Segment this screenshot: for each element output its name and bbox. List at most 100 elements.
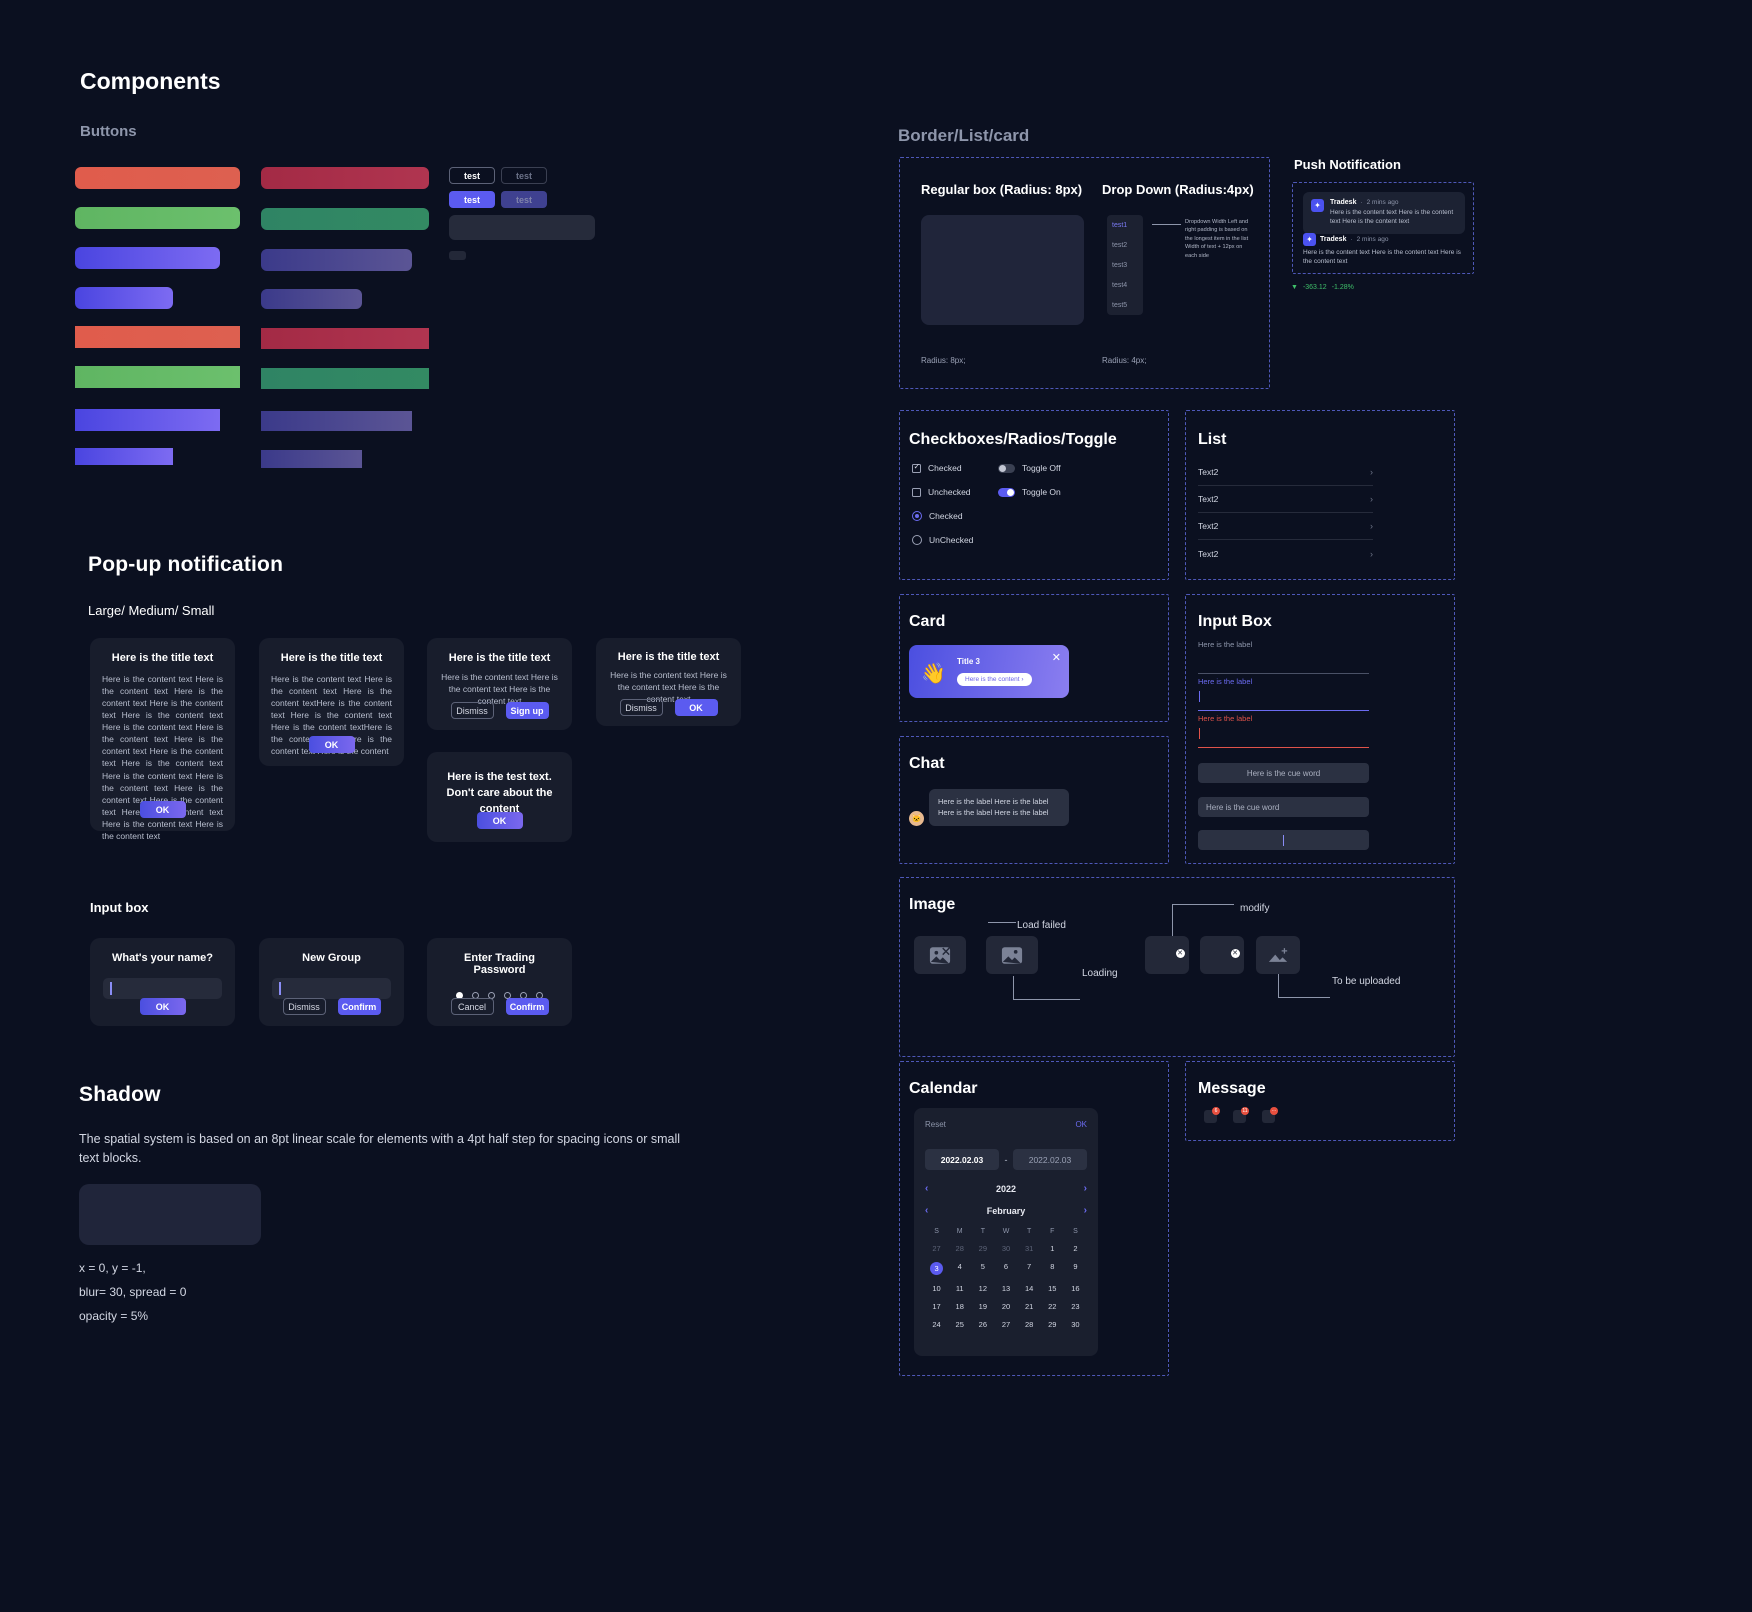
button-purple-rounded-wide[interactable] [75,247,220,269]
close-icon[interactable]: ✕ [1052,651,1061,664]
dropdown-item-4[interactable]: test5 [1107,295,1143,315]
remove-icon[interactable]: ✕ [1175,948,1185,958]
calendar-day[interactable]: 21 [1018,1297,1041,1315]
input-underline-error[interactable] [1198,747,1369,748]
message-icon-badge-3[interactable]: ··· [1262,1107,1278,1123]
calendar-day[interactable]: 28 [1018,1315,1041,1333]
cue-word-left[interactable]: Here is the cue word [1198,797,1369,817]
list-item[interactable]: Text2 › [1198,513,1373,540]
button-indigo-rounded-wide[interactable] [261,249,412,271]
button-purple-rounded-narrow[interactable] [75,287,173,309]
calendar-day[interactable]: 9 [1064,1257,1087,1279]
calendar-day[interactable]: 29 [1041,1315,1064,1333]
calendar-day[interactable]: 29 [971,1239,994,1257]
popup-small-dismiss-button[interactable]: Dismiss [450,702,494,719]
calendar-day[interactable]: 11 [948,1279,971,1297]
button-teal-square[interactable] [261,368,429,389]
push-notification-item[interactable]: ✦ Tradesk · 2 mins ago Here is the conte… [1303,192,1465,234]
calendar-day[interactable]: 4 [948,1257,971,1279]
dropdown-item-2[interactable]: test3 [1107,255,1143,275]
prev-month-button[interactable]: ‹ [925,1205,928,1216]
message-icon-badge-1[interactable]: 6 [1204,1107,1220,1123]
message-icon-badge-2[interactable]: 11 [1233,1107,1249,1123]
calendar-day[interactable]: 23 [1064,1297,1087,1315]
calendar-day[interactable]: 3 [925,1257,948,1279]
test-button-outline[interactable]: test [449,167,495,184]
popup-smallest-dismiss-button[interactable]: Dismiss [619,699,663,716]
calendar-day[interactable]: 18 [948,1297,971,1315]
calendar-day[interactable]: 14 [1018,1279,1041,1297]
button-indigo-square-narrow[interactable] [261,450,362,468]
popup-large-ok-button[interactable]: OK [139,801,186,818]
promo-card[interactable]: 👋 Title 3 Here is the content › ✕ [909,645,1069,698]
calendar-day[interactable]: 17 [925,1297,948,1315]
calendar-day[interactable]: 16 [1064,1279,1087,1297]
calendar-day[interactable]: 25 [948,1315,971,1333]
list-item[interactable]: Text2 › [1198,540,1373,567]
calendar-day[interactable]: 26 [971,1315,994,1333]
remove-icon[interactable]: ✕ [1230,948,1240,958]
upload-thumb[interactable] [1256,936,1300,974]
calendar-day[interactable]: 24 [925,1315,948,1333]
dropdown-item-0[interactable]: test1 [1107,215,1143,235]
toggle-on-row[interactable]: Toggle On [998,487,1061,497]
next-year-button[interactable]: › [1084,1183,1087,1194]
dialog-new-group-confirm-button[interactable]: Confirm [337,998,381,1015]
prev-year-button[interactable]: ‹ [925,1183,928,1194]
test-button-outline-disabled[interactable]: test [501,167,547,184]
button-purple-square-wide[interactable] [75,409,220,431]
calendar-day[interactable]: 15 [1041,1279,1064,1297]
calendar-day[interactable]: 1 [1041,1239,1064,1257]
button-green-rounded[interactable] [75,207,240,229]
test-button-solid[interactable]: test [449,191,495,208]
calendar-day[interactable]: 7 [1018,1257,1041,1279]
calendar-day[interactable]: 12 [971,1279,994,1297]
calendar-day[interactable]: 10 [925,1279,948,1297]
button-purple-square-narrow[interactable] [75,448,173,465]
button-red-square[interactable] [75,326,240,348]
dialog-name-input[interactable] [103,978,222,999]
calendar-day[interactable]: 6 [994,1257,1017,1279]
dialog-new-group-input[interactable] [272,978,391,999]
cue-word-centered[interactable]: Here is the cue word [1198,763,1369,783]
calendar-day[interactable]: 22 [1041,1297,1064,1315]
calendar-day[interactable]: 30 [994,1239,1017,1257]
calendar-day[interactable]: 27 [925,1239,948,1257]
button-red-rounded[interactable] [75,167,240,189]
checkbox-checked-row[interactable]: Checked [912,462,973,473]
calendar-day[interactable]: 30 [1064,1315,1087,1333]
cue-word-empty[interactable] [1198,830,1369,850]
dropdown-sample[interactable]: test1 test2 test3 test4 test5 [1107,215,1143,315]
calendar-day[interactable]: 31 [1018,1239,1041,1257]
button-green-square[interactable] [75,366,240,388]
calendar-day[interactable]: 20 [994,1297,1017,1315]
button-indigo-square-wide[interactable] [261,411,412,431]
test-button-solid-disabled[interactable]: test [501,191,547,208]
calendar-reset-button[interactable]: Reset [925,1120,946,1129]
calendar-day[interactable]: 27 [994,1315,1017,1333]
calendar-ok-button[interactable]: OK [1075,1120,1087,1129]
dropdown-item-3[interactable]: test4 [1107,275,1143,295]
grey-chip-small[interactable] [449,251,466,260]
dialog-name-ok-button[interactable]: OK [139,998,186,1015]
button-indigo-rounded-narrow[interactable] [261,289,362,309]
dropdown-item-1[interactable]: test2 [1107,235,1143,255]
popup-smallest-ok-button[interactable]: OK [674,699,718,716]
dialog-trading-confirm-button[interactable]: Confirm [505,998,549,1015]
next-month-button[interactable]: › [1084,1205,1087,1216]
dialog-new-group-dismiss-button[interactable]: Dismiss [282,998,326,1015]
dialog-trading-cancel-button[interactable]: Cancel [450,998,494,1015]
calendar-day[interactable]: 28 [948,1239,971,1257]
button-crimson-square[interactable] [261,328,429,349]
checkbox-unchecked-row[interactable]: Unchecked [912,487,973,497]
calendar-day-grid[interactable]: 27 28 29 30 31 1 2 3 4 5 6 7 8 9 10 11 12 13 14 15 16 17 18 19 2… [925,1239,1087,1333]
list-item[interactable]: Text2 › [1198,486,1373,513]
list-item[interactable]: Text2 › [1198,459,1373,486]
radio-checked-row[interactable]: Checked [912,511,973,521]
calendar-day[interactable]: 8 [1041,1257,1064,1279]
modify-thumb-1[interactable]: ✕ [1145,936,1189,974]
popup-test-ok-button[interactable]: OK [476,812,523,829]
button-crimson-rounded[interactable] [261,167,429,189]
push-notification-item[interactable]: ✦ Tradesk · 2 mins ago Here is the conte… [1303,233,1465,267]
input-underline-default[interactable] [1198,673,1369,674]
